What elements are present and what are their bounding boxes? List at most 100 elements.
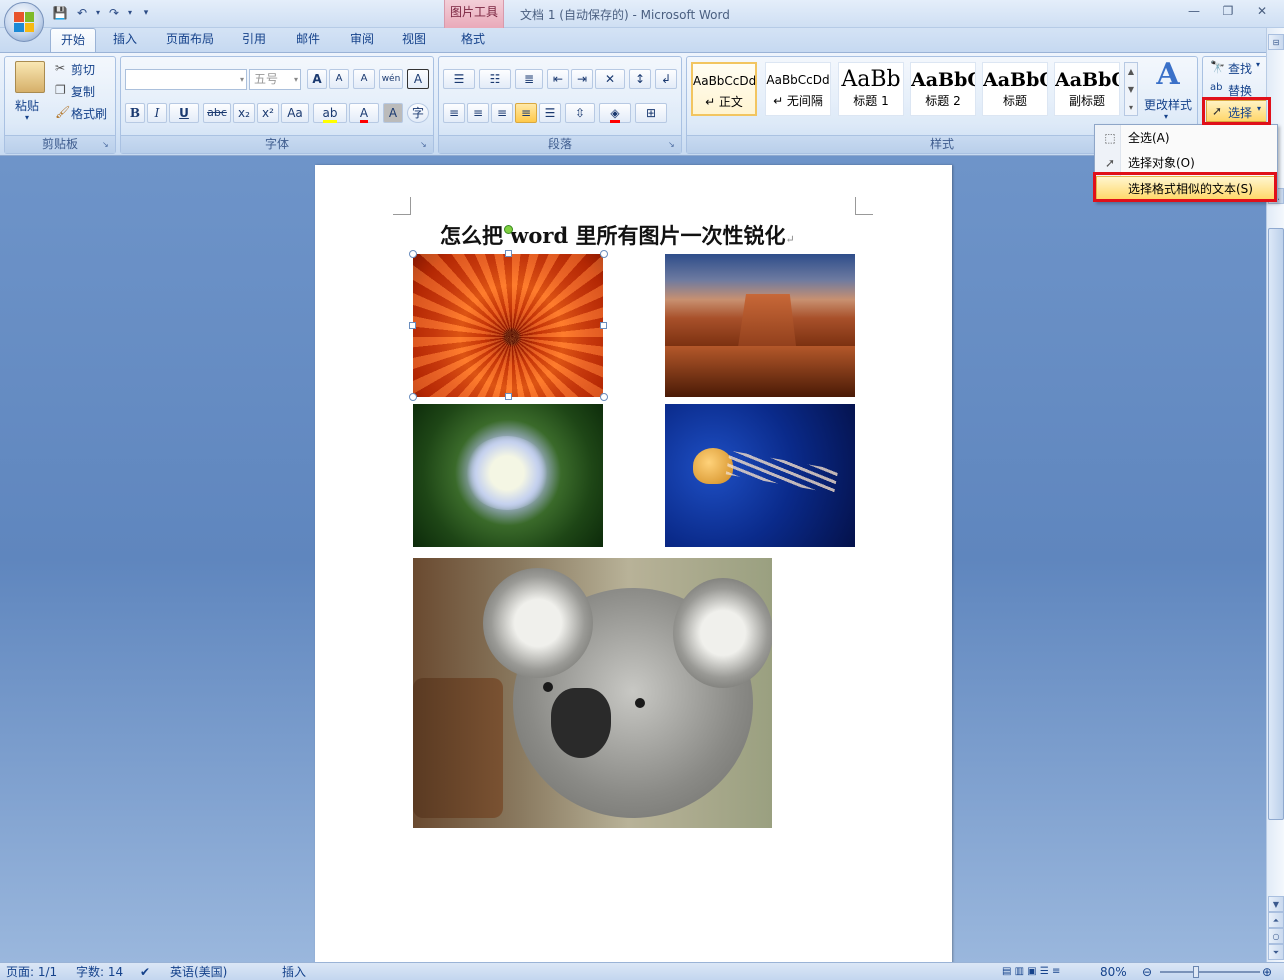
grow-font-button[interactable]: A xyxy=(307,69,327,89)
more-styles-icon[interactable]: ▾ xyxy=(1125,99,1137,117)
italic-button[interactable]: I xyxy=(147,103,167,123)
language-indicator[interactable]: 英语(美国) xyxy=(170,964,227,980)
document-title[interactable]: 怎么把 word 里所有图片一次性锐化↵ xyxy=(440,220,795,250)
close-button[interactable]: ✕ xyxy=(1252,4,1272,20)
style-heading-1[interactable]: AaBb 标题 1 xyxy=(838,62,904,116)
find-dropdown-icon[interactable]: ▾ xyxy=(1256,60,1260,69)
character-border-button[interactable]: A xyxy=(407,69,429,89)
clear-format-button[interactable]: A xyxy=(353,69,375,89)
show-marks-button[interactable]: ↲ xyxy=(655,69,677,89)
underline-button[interactable]: U xyxy=(169,103,199,123)
align-center-button[interactable]: ≡ xyxy=(467,103,489,123)
font-size-dropdown-icon[interactable]: ▾ xyxy=(294,70,298,89)
justify-button[interactable]: ≡ xyxy=(515,103,537,123)
copy-button[interactable]: 复制 xyxy=(71,83,95,100)
resize-handle-w[interactable] xyxy=(409,322,416,329)
resize-handle-sw[interactable] xyxy=(409,393,417,401)
cut-button[interactable]: 剪切 xyxy=(71,61,95,78)
subscript-button[interactable]: x₂ xyxy=(233,103,255,123)
browse-object-icon[interactable]: ○ xyxy=(1268,928,1284,944)
font-name-dropdown-icon[interactable]: ▾ xyxy=(240,70,244,89)
font-name-combo[interactable]: ▾ xyxy=(125,69,247,90)
styles-scroll[interactable]: ▲ ▼ ▾ xyxy=(1124,62,1138,116)
word-count[interactable]: 字数: 14 xyxy=(76,964,123,980)
chevron-up-icon[interactable]: ▲ xyxy=(1125,63,1137,81)
change-styles-dropdown-icon[interactable]: ▾ xyxy=(1164,112,1168,121)
hydrangea-image[interactable] xyxy=(413,404,603,547)
style-title[interactable]: AaBbC标题 xyxy=(982,62,1048,116)
zoom-in-icon[interactable]: ⊕ xyxy=(1262,964,1272,980)
paste-icon[interactable] xyxy=(15,61,45,93)
resize-handle-s[interactable] xyxy=(505,393,512,400)
character-shading-button[interactable]: A xyxy=(383,103,403,123)
page-count[interactable]: 页面: 1/1 xyxy=(6,964,57,980)
resize-handle-nw[interactable] xyxy=(409,250,417,258)
distributed-button[interactable]: ☰ xyxy=(539,103,561,123)
chinese-layout-button[interactable]: ✕ xyxy=(595,69,625,89)
proofing-icon[interactable]: ✔ xyxy=(140,964,150,980)
clipboard-launcher-icon[interactable]: ↘ xyxy=(102,140,112,150)
style-subtitle[interactable]: AaBbC副标题 xyxy=(1054,62,1120,116)
paste-dropdown-icon[interactable]: ▾ xyxy=(25,113,29,122)
scroll-down-icon[interactable]: ▼ xyxy=(1268,896,1284,912)
change-styles-icon[interactable]: A xyxy=(1150,58,1186,92)
tab-home[interactable]: 开始 xyxy=(50,28,96,53)
desert-butte-image[interactable] xyxy=(665,254,855,397)
resize-handle-n[interactable] xyxy=(505,250,512,257)
align-right-button[interactable]: ≡ xyxy=(491,103,513,123)
find-button[interactable]: 查找 xyxy=(1228,60,1252,77)
menu-item-select-all[interactable]: ⬚ 全选(A) xyxy=(1096,126,1276,150)
paste-button[interactable]: 粘贴 xyxy=(15,97,39,114)
rotate-handle[interactable] xyxy=(504,225,513,234)
jellyfish-image[interactable] xyxy=(665,404,855,547)
next-page-icon[interactable]: ⏷ xyxy=(1268,944,1284,960)
style-heading-2[interactable]: AaBbC标题 2 xyxy=(910,62,976,116)
tab-view[interactable]: 视图 xyxy=(392,28,436,52)
superscript-button[interactable]: x² xyxy=(257,103,279,123)
format-painter-button[interactable]: 格式刷 xyxy=(71,105,107,122)
undo-dropdown-icon[interactable]: ▾ xyxy=(90,5,106,21)
minimize-button[interactable]: — xyxy=(1184,4,1204,20)
scroll-thumb[interactable] xyxy=(1268,228,1284,820)
tab-review[interactable]: 审阅 xyxy=(340,28,384,52)
restore-button[interactable]: ❐ xyxy=(1218,4,1238,20)
enclose-characters-button[interactable]: 字 xyxy=(407,103,429,123)
decrease-indent-button[interactable]: ⇤ xyxy=(547,69,569,89)
font-size-combo[interactable]: 五号 ▾ xyxy=(249,69,301,90)
tab-format[interactable]: 格式 xyxy=(450,28,496,52)
previous-page-icon[interactable]: ⏶ xyxy=(1268,912,1284,928)
font-launcher-icon[interactable]: ↘ xyxy=(420,140,430,150)
view-buttons[interactable]: ▤ ▥ ▣ ☰ ≡ xyxy=(1002,964,1060,980)
numbering-button[interactable]: ☷ xyxy=(479,69,511,89)
shrink-font-button[interactable]: A xyxy=(329,69,349,89)
sort-button[interactable]: ↕ xyxy=(629,69,651,89)
insert-mode[interactable]: 插入 xyxy=(282,964,306,980)
redo-icon[interactable]: ↷ xyxy=(106,5,122,21)
align-left-button[interactable]: ≡ xyxy=(443,103,465,123)
bold-button[interactable]: B xyxy=(125,103,145,123)
phonetic-guide-button[interactable]: wén xyxy=(379,69,403,89)
paragraph-launcher-icon[interactable]: ↘ xyxy=(668,140,678,150)
save-icon[interactable]: 💾 xyxy=(52,5,68,21)
change-case-button[interactable]: Aa xyxy=(281,103,309,123)
tab-insert[interactable]: 插入 xyxy=(104,28,146,52)
zoom-slider-thumb[interactable] xyxy=(1193,966,1199,978)
shading-button[interactable]: ◈ xyxy=(599,103,631,123)
resize-handle-e[interactable] xyxy=(600,322,607,329)
zoom-slider-track[interactable] xyxy=(1160,971,1260,973)
ruler-toggle-icon[interactable]: ⊟ xyxy=(1268,34,1284,50)
borders-button[interactable]: ⊞ xyxy=(635,103,667,123)
redo-dropdown-icon[interactable]: ▾ xyxy=(122,5,138,21)
highlight-button[interactable]: ab xyxy=(313,103,347,123)
tab-references[interactable]: 引用 xyxy=(232,28,276,52)
undo-icon[interactable]: ↶ xyxy=(74,5,90,21)
change-styles-button[interactable]: 更改样式 xyxy=(1144,96,1192,113)
customize-icon[interactable]: ▾ xyxy=(138,5,154,21)
tab-page-layout[interactable]: 页面布局 xyxy=(158,28,222,52)
resize-handle-ne[interactable] xyxy=(600,250,608,258)
increase-indent-button[interactable]: ⇥ xyxy=(571,69,593,89)
zoom-level[interactable]: 80% xyxy=(1100,964,1127,980)
tab-mailings[interactable]: 邮件 xyxy=(286,28,330,52)
style-no-spacing[interactable]: AaBbCcDd ↵ 无间隔 xyxy=(765,62,831,116)
office-button[interactable] xyxy=(4,2,44,42)
